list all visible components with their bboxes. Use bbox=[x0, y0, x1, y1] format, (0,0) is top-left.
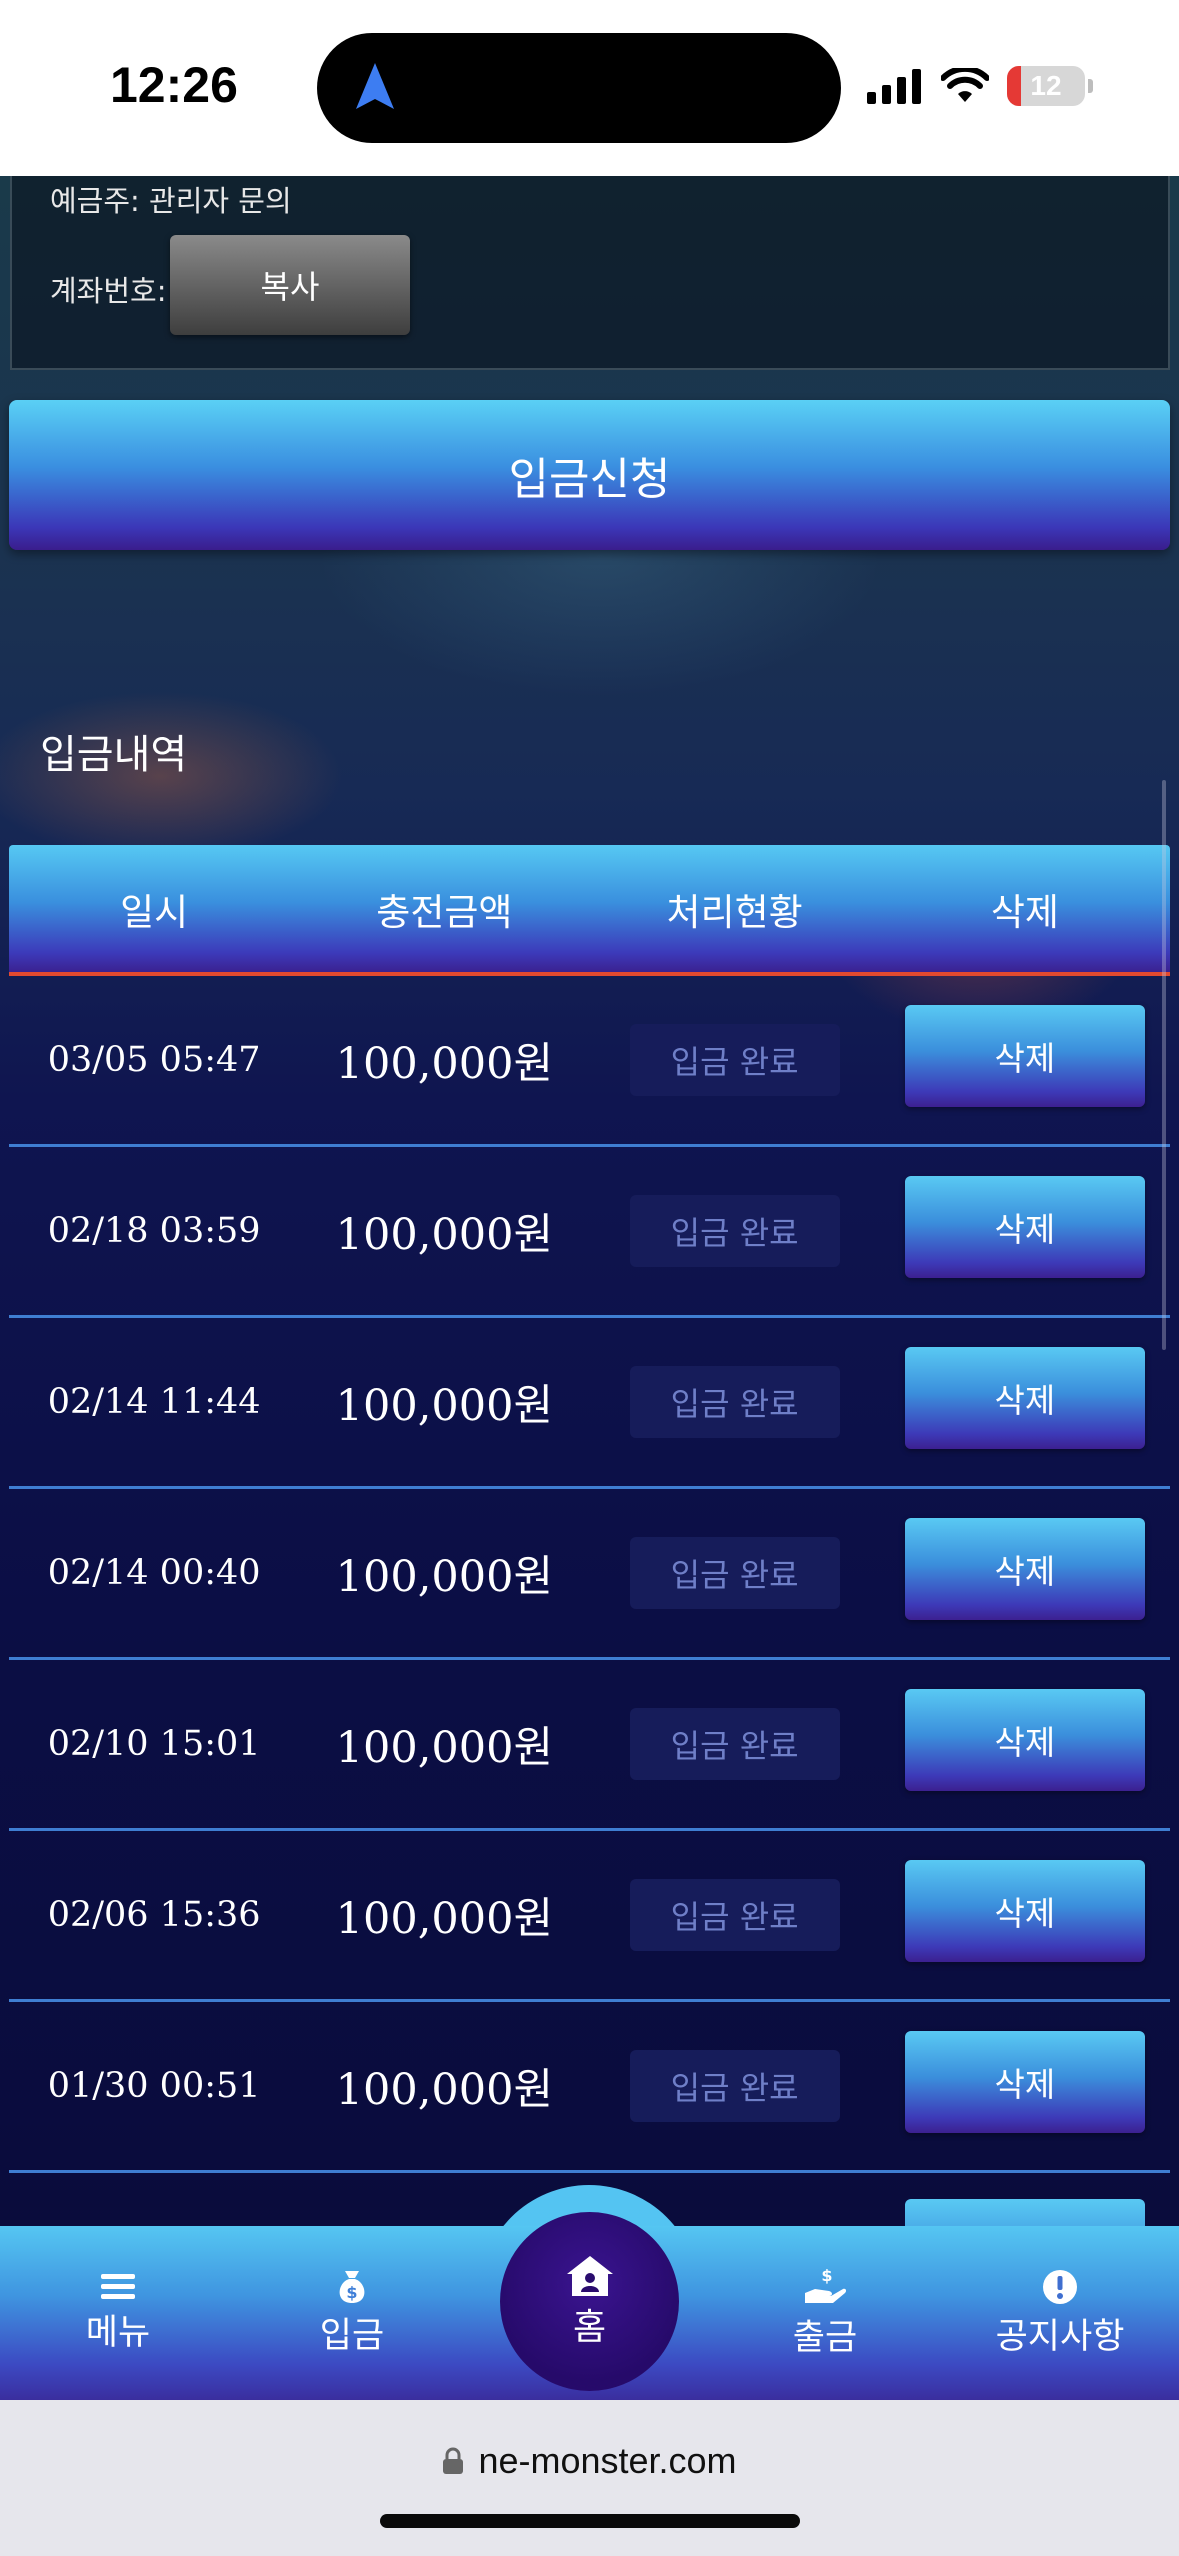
row-date: 01/30 00:51 bbox=[47, 2066, 261, 2106]
row-date: 02/14 00:40 bbox=[47, 1553, 261, 1593]
status-badge: 입금 완료 bbox=[629, 1879, 840, 1951]
status-badge: 입금 완료 bbox=[629, 1708, 840, 1780]
status-badge: 입금 완료 bbox=[629, 1537, 840, 1609]
row-date: 02/06 15:36 bbox=[47, 1895, 261, 1935]
account-card: 예금주: 관리자 문의 계좌번호: 복사 bbox=[10, 176, 1170, 370]
status-time: 12:26 bbox=[110, 57, 238, 113]
row-date: 03/05 05:47 bbox=[47, 1040, 261, 1080]
nav-menu[interactable]: 메뉴 bbox=[58, 2226, 178, 2400]
delete-button[interactable]: 삭제 bbox=[904, 1518, 1145, 1620]
row-amount: 100,000원 bbox=[335, 1210, 554, 1260]
nav-withdraw[interactable]: $ 출금 bbox=[765, 2226, 885, 2400]
battery-icon: 12 bbox=[1007, 66, 1085, 106]
status-badge: 입금 완료 bbox=[629, 1366, 840, 1438]
delete-button[interactable]: 삭제 bbox=[904, 1005, 1145, 1107]
delete-button[interactable]: 삭제 bbox=[904, 1176, 1145, 1278]
row-date: 02/18 03:59 bbox=[47, 1211, 261, 1251]
svg-text:$: $ bbox=[821, 2267, 832, 2285]
nav-menu-label: 메뉴 bbox=[85, 2312, 151, 2353]
row-amount: 100,000원 bbox=[335, 1381, 554, 1431]
delete-button[interactable]: 삭제 bbox=[904, 1689, 1145, 1791]
copy-button[interactable]: 복사 bbox=[170, 235, 410, 335]
history-title: 입금내역 bbox=[40, 732, 188, 778]
nav-deposit[interactable]: $ 입금 bbox=[292, 2226, 412, 2400]
table-row: 02/18 03:59 100,000원 입금 완료 삭제 bbox=[9, 1147, 1170, 1318]
history-table: 일시 충전금액 처리현황 삭제 03/05 05:47 100,000원 입금 … bbox=[9, 845, 1170, 2259]
table-row: 02/10 15:01 100,000원 입금 완료 삭제 bbox=[9, 1660, 1170, 1831]
hand-money-icon: $ bbox=[805, 2267, 847, 2303]
depositor-text: 예금주: 관리자 문의 bbox=[50, 184, 292, 218]
dynamic-island bbox=[317, 33, 841, 143]
browser-url-bar[interactable]: ne-monster.com bbox=[0, 2400, 1179, 2556]
account-number-label: 계좌번호: bbox=[50, 274, 167, 308]
deposit-request-button[interactable]: 입금신청 bbox=[9, 400, 1170, 550]
delete-button[interactable]: 삭제 bbox=[904, 1860, 1145, 1962]
status-badge: 입금 완료 bbox=[629, 1024, 840, 1096]
table-row: 02/14 00:40 100,000원 입금 완료 삭제 bbox=[9, 1489, 1170, 1660]
alert-circle-icon bbox=[1043, 2269, 1077, 2304]
table-row: 02/06 15:36 100,000원 입금 완료 삭제 bbox=[9, 1831, 1170, 2002]
header-status: 처리현황 bbox=[666, 890, 803, 934]
scrollbar[interactable] bbox=[1162, 780, 1166, 1350]
nav-notice[interactable]: 공지사항 bbox=[980, 2226, 1140, 2400]
header-date: 일시 bbox=[120, 890, 189, 934]
nav-withdraw-label: 출금 bbox=[792, 2317, 858, 2358]
row-amount: 100,000원 bbox=[335, 1552, 554, 1602]
location-arrow-icon bbox=[356, 63, 394, 109]
status-badge: 입금 완료 bbox=[629, 1195, 840, 1267]
wifi-icon bbox=[941, 68, 989, 102]
status-bar: 12:26 12 bbox=[0, 0, 1179, 176]
home-indicator bbox=[380, 2514, 800, 2528]
lock-icon bbox=[443, 2447, 464, 2474]
menu-icon bbox=[101, 2273, 135, 2299]
row-amount: 100,000원 bbox=[335, 1039, 554, 1089]
delete-button[interactable]: 삭제 bbox=[904, 1347, 1145, 1449]
nav-notice-label: 공지사항 bbox=[995, 2316, 1125, 2357]
row-amount: 100,000원 bbox=[335, 1723, 554, 1773]
header-amount: 충전금액 bbox=[376, 890, 513, 934]
row-amount: 100,000원 bbox=[335, 2065, 554, 2115]
home-icon bbox=[566, 2255, 613, 2296]
status-icons: 12 bbox=[867, 64, 1093, 108]
battery-nub bbox=[1088, 79, 1093, 93]
svg-text:$: $ bbox=[346, 2283, 357, 2302]
cellular-signal-icon bbox=[867, 69, 921, 104]
header-delete: 삭제 bbox=[990, 890, 1059, 934]
row-date: 02/14 11:44 bbox=[47, 1382, 261, 1422]
table-row: 02/14 11:44 100,000원 입금 완료 삭제 bbox=[9, 1318, 1170, 1489]
row-amount: 100,000원 bbox=[335, 1894, 554, 1944]
row-date: 02/10 15:01 bbox=[47, 1724, 261, 1764]
nav-deposit-label: 입금 bbox=[319, 2315, 385, 2356]
nav-home-label: 홈 bbox=[572, 2306, 607, 2348]
nav-home-button[interactable]: 홈 bbox=[500, 2212, 679, 2391]
money-bag-icon: $ bbox=[339, 2270, 365, 2303]
url-text: ne-monster.com bbox=[478, 2440, 737, 2481]
table-row: 01/30 00:51 100,000원 입금 완료 삭제 bbox=[9, 2002, 1170, 2173]
delete-button[interactable]: 삭제 bbox=[904, 2031, 1145, 2133]
table-header: 일시 충전금액 처리현황 삭제 bbox=[9, 845, 1170, 976]
table-row: 03/05 05:47 100,000원 입금 완료 삭제 bbox=[9, 976, 1170, 1147]
battery-level: 12 bbox=[1030, 70, 1062, 101]
status-badge: 입금 완료 bbox=[629, 2050, 840, 2122]
